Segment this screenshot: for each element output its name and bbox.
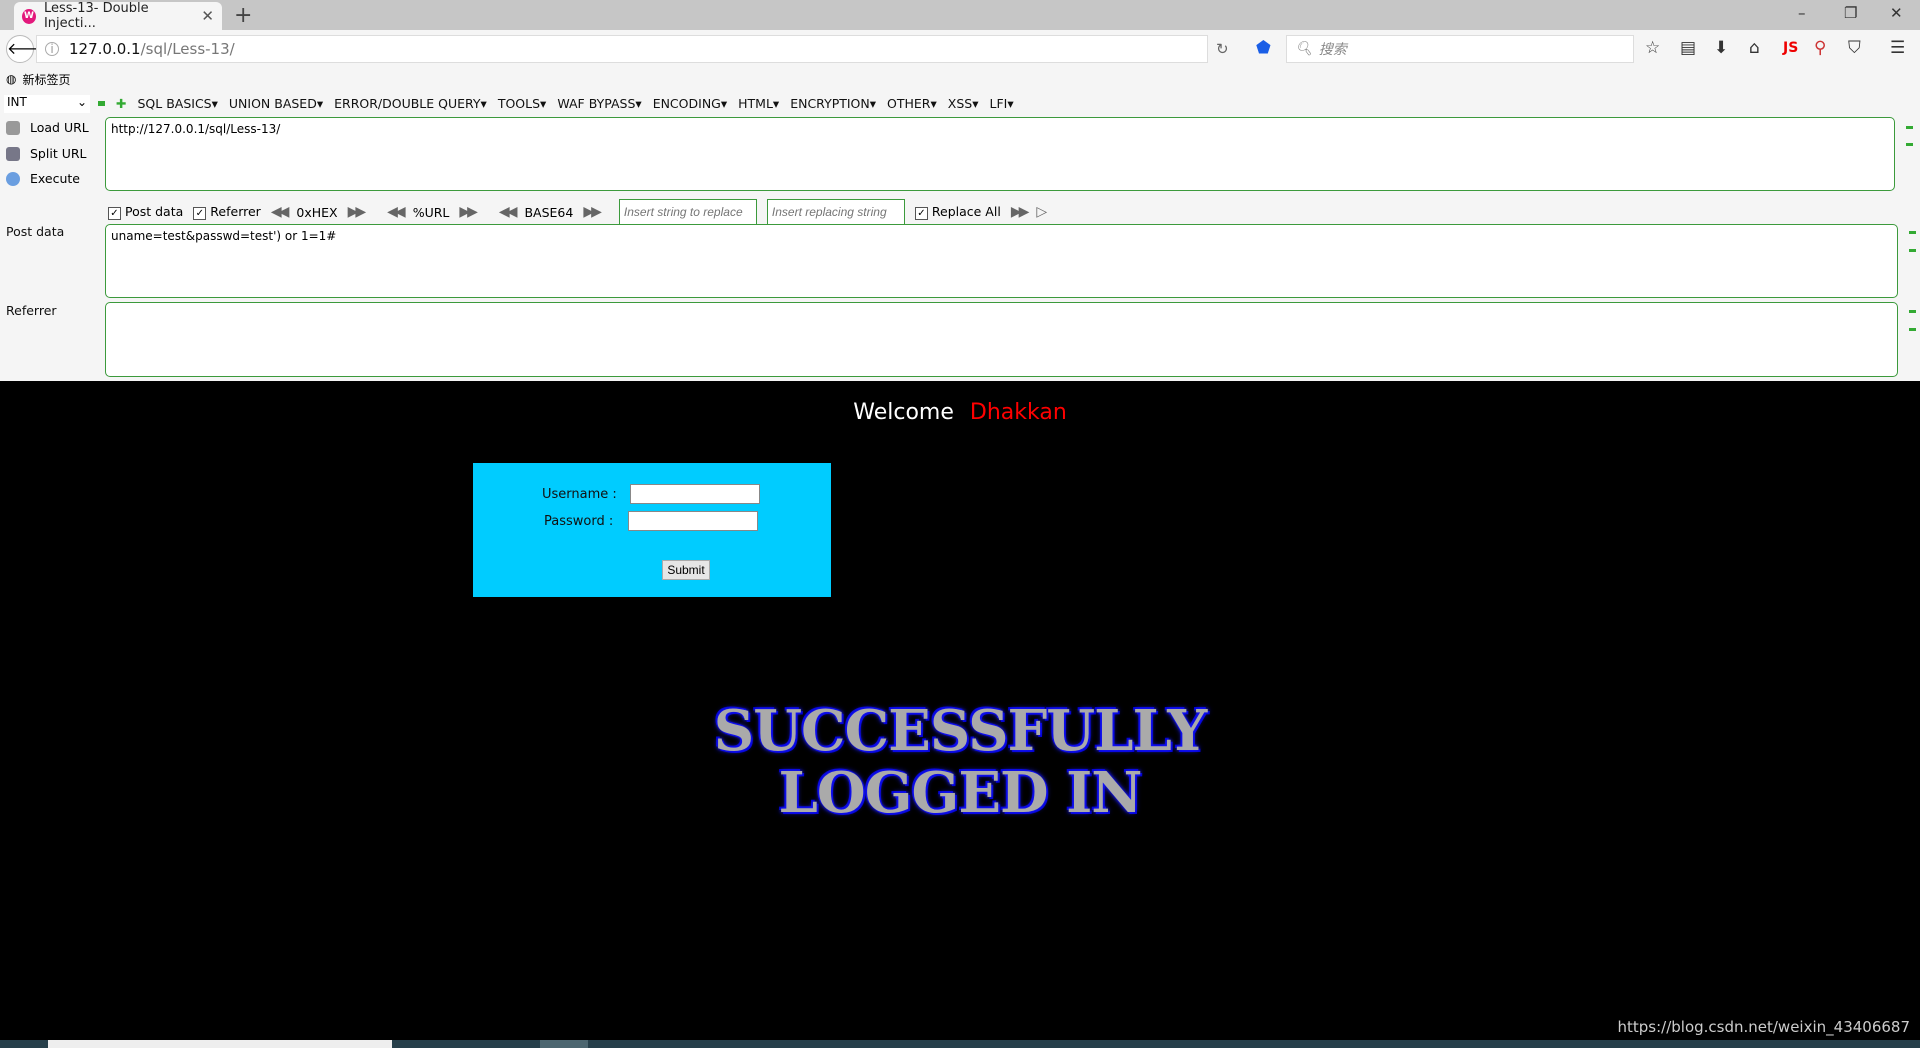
tab-bar (0, 0, 1920, 30)
replacing-string-input[interactable] (766, 199, 905, 225)
split-url-button[interactable]: Split URL (6, 146, 87, 161)
expand-icon[interactable] (1906, 143, 1913, 146)
taskbar (0, 1040, 1920, 1048)
site-favicon-icon: W (22, 8, 36, 24)
post-data-textarea[interactable]: uname=test&passwd=test') or 1=1# (105, 224, 1898, 298)
post-data-checkbox[interactable]: ✓ Post data (108, 204, 183, 220)
url-path: /sql/Less-13/ (140, 40, 235, 58)
login-form: Username : Password : Submit (473, 463, 831, 597)
url-label: %URL (412, 204, 450, 220)
magnifier-extension-icon[interactable]: ⚲ (1814, 38, 1826, 58)
restore-button[interactable]: ❐ (1844, 4, 1857, 22)
options-row: ✓ Post data ✓ Referrer ◀◀ 0xHEX ▶▶ ◀◀ %URL… (108, 199, 1047, 225)
menu-html[interactable]: HTML▾ (738, 96, 779, 111)
hackbar-menu: ✚ SQL BASICS▾ UNION BASED▾ ERROR/DOUBLE … (98, 96, 1014, 111)
execute-button[interactable]: Execute (6, 171, 80, 186)
url-textarea[interactable]: http://127.0.0.1/sql/Less-13/ (105, 117, 1895, 191)
referrer-label: Referrer (6, 303, 57, 318)
bookmark-item[interactable]: 新标签页 (22, 71, 70, 88)
menu-other[interactable]: OTHER▾ (887, 96, 937, 111)
bookmark-star-icon[interactable]: ☆ (1645, 38, 1660, 58)
hex-encode-arrow-icon[interactable]: ▶▶ (348, 204, 366, 220)
shrink-icon[interactable] (1909, 231, 1916, 234)
menu-sql-basics[interactable]: SQL BASICS▾ (137, 96, 217, 111)
password-input[interactable] (628, 511, 758, 531)
chevron-down-icon: ⌄ (76, 95, 87, 109)
play-icon (6, 171, 20, 186)
info-icon[interactable]: i (45, 42, 59, 56)
tab-title: Less-13- Double Injecti... (43, 1, 149, 31)
menu-encryption[interactable]: ENCRYPTION▾ (790, 96, 876, 111)
taskbar-item[interactable] (540, 1040, 588, 1048)
js-icon[interactable]: JS (1783, 40, 1798, 56)
menu-tools[interactable]: TOOLS▾ (498, 96, 547, 111)
user-name: Dhakkan (969, 400, 1067, 425)
download-icon[interactable]: ⬇ (1714, 38, 1728, 58)
taskbar-item[interactable] (48, 1040, 392, 1048)
url-host: 127.0.0.1 (69, 40, 141, 58)
menu-encoding[interactable]: ENCODING▾ (653, 96, 727, 111)
menu-union-based[interactable]: UNION BASED▾ (229, 96, 323, 111)
replace-all-checkbox[interactable]: ✓ Replace All (914, 204, 1001, 220)
hex-label: 0xHEX (296, 204, 338, 220)
post-data-label: Post data (6, 224, 65, 239)
menu-icon[interactable]: ☰ (1890, 38, 1905, 58)
reload-icon[interactable]: ↻ (1216, 40, 1229, 58)
hex-decode-arrow-icon[interactable]: ◀◀ (271, 204, 289, 220)
home-icon[interactable]: ⌂ (1749, 38, 1760, 58)
replace-arrow-icon[interactable]: ▶▶ (1011, 204, 1029, 220)
extension-icon[interactable]: ⬟ (1256, 38, 1271, 58)
menu-error-double-query[interactable]: ERROR/DOUBLE QUERY▾ (334, 96, 487, 111)
referrer-textarea[interactable] (105, 302, 1898, 377)
scissors-icon (6, 146, 20, 161)
welcome-heading: Welcome Dhakkan (853, 400, 1067, 425)
search-icon: 🔍︎ (1295, 41, 1313, 57)
password-label: Password : (544, 514, 614, 529)
minimize-button[interactable]: – (1798, 4, 1806, 22)
success-banner: SUCCESSFULLY LOGGED IN (713, 698, 1208, 826)
back-button[interactable]: 🡐 (6, 35, 50, 63)
username-input[interactable] (630, 484, 760, 504)
minus-icon[interactable] (98, 101, 105, 106)
menu-xss[interactable]: XSS▾ (948, 96, 979, 111)
expand-icon[interactable] (1909, 249, 1916, 252)
base64-label: BASE64 (524, 204, 574, 220)
referrer-checkbox[interactable]: ✓ Referrer (193, 204, 261, 220)
base64-encode-arrow-icon[interactable]: ▶▶ (583, 204, 601, 220)
replace-back-arrow-icon[interactable]: ▷ (1036, 204, 1047, 220)
globe-icon: ◍ (6, 72, 17, 86)
bookmarks-bar: ◍ 新标签页 (0, 68, 1920, 90)
shrink-icon[interactable] (1906, 126, 1913, 129)
url-encode-arrow-icon[interactable]: ▶▶ (459, 204, 477, 220)
submit-button[interactable]: Submit (662, 560, 710, 580)
close-tab-icon[interactable]: ✕ (201, 7, 214, 25)
load-url-button[interactable]: Load URL (6, 120, 89, 135)
replace-string-input[interactable] (618, 199, 757, 225)
reading-list-icon[interactable]: ▤ (1680, 38, 1696, 58)
menu-waf-bypass[interactable]: WAF BYPASS▾ (557, 96, 641, 111)
username-label: Username : (542, 487, 617, 502)
pocket-icon[interactable]: ⛉ (1848, 38, 1861, 58)
base64-decode-arrow-icon[interactable]: ◀◀ (499, 204, 517, 220)
shrink-icon[interactable] (1909, 310, 1916, 313)
search-input[interactable]: 🔍︎ 搜索 (1286, 35, 1634, 63)
close-window-button[interactable]: ✕ (1890, 4, 1903, 22)
expand-icon[interactable] (1909, 328, 1916, 331)
new-tab-button[interactable]: + (234, 3, 252, 28)
plus-icon[interactable]: ✚ (116, 96, 126, 111)
type-select[interactable]: INT ⌄ (4, 95, 90, 113)
address-bar[interactable]: i 127.0.0.1/sql/Less-13/ (36, 35, 1208, 63)
watermark: https://blog.csdn.net/weixin_43406687 (1617, 1018, 1910, 1036)
url-decode-arrow-icon[interactable]: ◀◀ (387, 204, 405, 220)
browser-tab[interactable]: W Less-13- Double Injecti... ✕ (14, 1, 222, 31)
menu-lfi[interactable]: LFI▾ (989, 96, 1013, 111)
load-url-icon (6, 120, 20, 135)
